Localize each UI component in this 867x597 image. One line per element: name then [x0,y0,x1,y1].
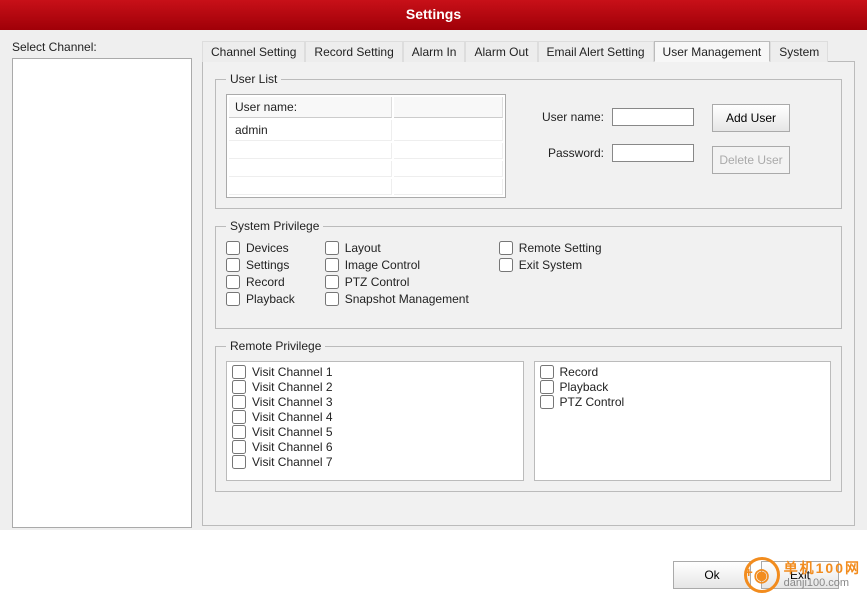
table-row [229,161,503,177]
visit-channel-5: Visit Channel 5 [232,425,518,439]
system-privilege-group: System Privilege Devices Settings Record… [215,219,842,329]
add-user-button[interactable]: Add User [712,104,790,132]
table-row: admin [229,120,503,141]
user-buttons: Add User Delete User [712,94,790,174]
table-cell[interactable] [229,179,392,195]
visit-channel-3: Visit Channel 3 [232,395,518,409]
priv-settings: Settings [226,258,295,272]
select-channel-label: Select Channel: [12,40,192,54]
priv-layout-check[interactable] [325,241,339,255]
priv-layout: Layout [325,241,469,255]
remote-privilege-legend: Remote Privilege [226,339,325,353]
username-input[interactable] [612,108,694,126]
priv-col-1: Devices Settings Record Playback [226,241,295,306]
remote-action-list[interactable]: Record Playback PTZ Control [534,361,832,481]
credential-fields: User name: Password: [524,94,694,162]
table-cell[interactable] [229,143,392,159]
tab-record-setting[interactable]: Record Setting [305,41,402,62]
ok-button[interactable]: Ok [673,561,751,589]
priv-playback: Playback [226,292,295,306]
priv-col-2: Layout Image Control PTZ Control Snapsho… [325,241,469,306]
priv-exit-system: Exit System [499,258,602,272]
exit-button[interactable]: Exit [761,561,839,589]
password-label: Password: [524,146,604,160]
visit-channel-2: Visit Channel 2 [232,380,518,394]
user-col-header: User name: [229,97,392,118]
title-bar: Settings [0,0,867,30]
remote-ptz: PTZ Control [540,395,826,409]
priv-exit-system-check[interactable] [499,258,513,272]
priv-col-3: Remote Setting Exit System [499,241,602,306]
remote-channel-list[interactable]: Visit Channel 1 Visit Channel 2 Visit Ch… [226,361,524,481]
page-title: Settings [406,6,461,22]
visit-channel-7: Visit Channel 7 [232,455,518,469]
priv-record: Record [226,275,295,289]
priv-devices: Devices [226,241,295,255]
tab-email-alert[interactable]: Email Alert Setting [538,41,654,62]
tab-user-management[interactable]: User Management [654,41,771,62]
table-row [229,143,503,159]
remote-record: Record [540,365,826,379]
table-cell[interactable]: admin [229,120,392,141]
username-label: User name: [524,110,604,124]
priv-remote-setting-check[interactable] [499,241,513,255]
tab-alarm-out[interactable]: Alarm Out [465,41,537,62]
priv-remote-setting: Remote Setting [499,241,602,255]
priv-playback-check[interactable] [226,292,240,306]
table-row [229,179,503,195]
priv-devices-check[interactable] [226,241,240,255]
remote-playback: Playback [540,380,826,394]
delete-user-button: Delete User [712,146,790,174]
priv-snapshot-check[interactable] [325,292,339,306]
priv-image-control-check[interactable] [325,258,339,272]
table-cell[interactable] [229,161,392,177]
visit-channel-1: Visit Channel 1 [232,365,518,379]
priv-image-control: Image Control [325,258,469,272]
user-col-header-spacer [394,97,503,118]
tab-body: User List User name: admin [202,62,855,526]
tab-alarm-in[interactable]: Alarm In [403,41,466,62]
user-list-group: User List User name: admin [215,72,842,209]
system-privilege-legend: System Privilege [226,219,323,233]
tab-strip: Channel Setting Record Setting Alarm In … [202,40,855,62]
tab-channel-setting[interactable]: Channel Setting [202,41,305,62]
right-column: Channel Setting Record Setting Alarm In … [202,40,855,526]
user-list-legend: User List [226,72,281,86]
user-table[interactable]: User name: admin [226,94,506,198]
visit-channel-4: Visit Channel 4 [232,410,518,424]
priv-record-check[interactable] [226,275,240,289]
password-input[interactable] [612,144,694,162]
visit-channel-6: Visit Channel 6 [232,440,518,454]
left-column: Select Channel: [12,40,192,526]
priv-snapshot: Snapshot Management [325,292,469,306]
priv-ptz-control-check[interactable] [325,275,339,289]
remote-privilege-group: Remote Privilege Visit Channel 1 Visit C… [215,339,842,492]
priv-ptz-control: PTZ Control [325,275,469,289]
priv-settings-check[interactable] [226,258,240,272]
tab-system[interactable]: System [770,41,828,62]
footer-buttons: Ok Exit [673,561,839,589]
content-area: Select Channel: Channel Setting Record S… [0,30,867,530]
channel-listbox[interactable] [12,58,192,528]
